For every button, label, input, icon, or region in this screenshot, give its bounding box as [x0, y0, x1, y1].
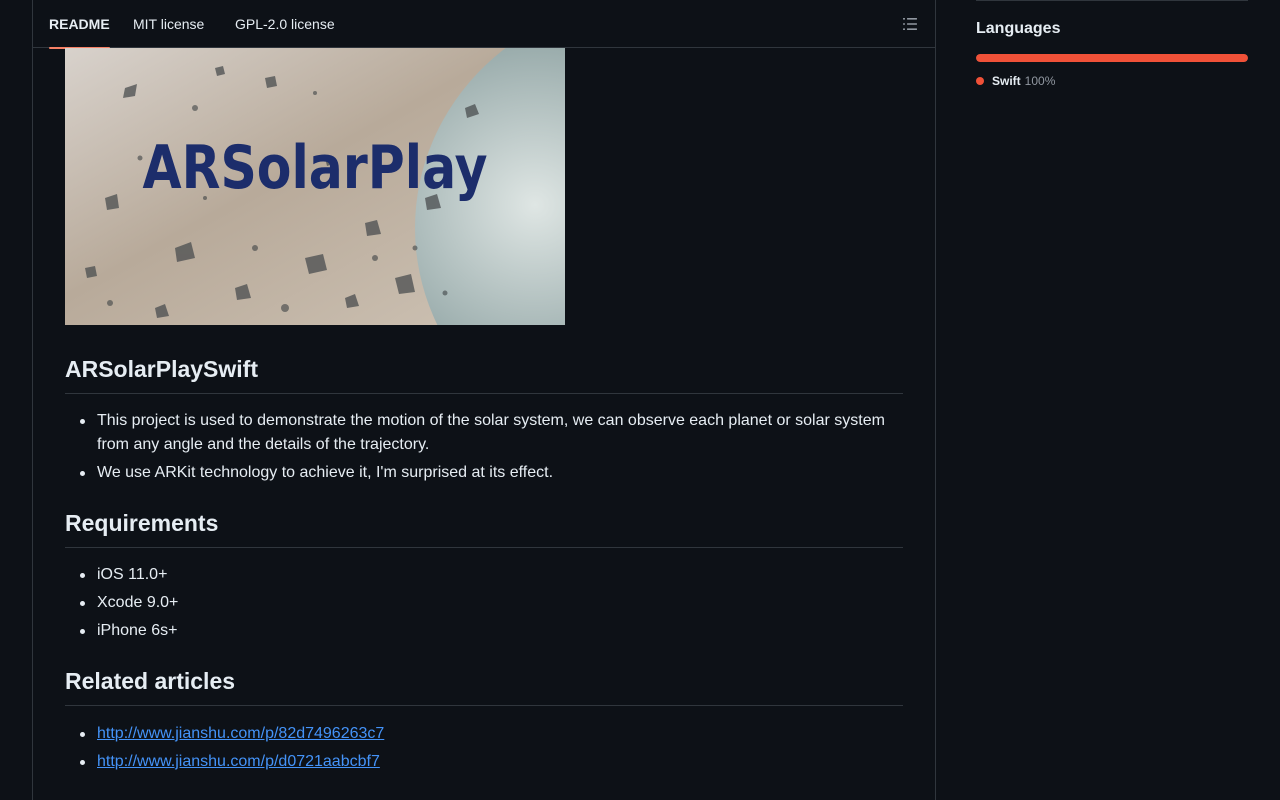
tab-readme-label: README — [49, 16, 110, 32]
languages-heading: Languages — [976, 20, 1061, 37]
requirements-list: iOS 11.0+ Xcode 9.0+ iPhone 6s+ — [65, 563, 903, 647]
list-item: Xcode 9.0+ — [65, 591, 903, 615]
list-item: We use ARKit technology to achieve it, I… — [65, 461, 903, 485]
article-link-1[interactable]: http://www.jianshu.com/p/82d7496263c7 — [97, 725, 384, 742]
sidebar-divider — [976, 0, 1248, 1]
tab-gpl-license-label: GPL-2.0 license — [235, 16, 335, 32]
list-unordered-icon — [903, 18, 917, 30]
section-heading-requirements: Requirements — [65, 510, 903, 548]
hero-image: ARSolarPlay — [65, 48, 565, 325]
list-item: This project is used to demonstrate the … — [65, 409, 903, 457]
readme-panel: README MIT license GPL-2.0 license ARSol… — [32, 0, 936, 800]
readme-tab-bar: README MIT license GPL-2.0 license — [33, 0, 935, 49]
tab-gpl-license[interactable]: GPL-2.0 license — [235, 0, 335, 48]
languages-bar — [976, 54, 1248, 62]
section-heading-arsolarplayswift: ARSolarPlaySwift — [65, 356, 903, 394]
description-list: This project is used to demonstrate the … — [65, 409, 903, 489]
list-item: http://www.jianshu.com/p/82d7496263c7 — [65, 722, 903, 746]
outline-button[interactable] — [899, 14, 921, 34]
language-item-swift[interactable]: Swift 100% — [976, 74, 1055, 88]
language-bar-segment-swift — [976, 54, 1248, 62]
tab-mit-license[interactable]: MIT license — [133, 0, 204, 48]
language-percent: 100% — [1024, 74, 1056, 88]
list-item: http://www.jianshu.com/p/d0721aabcbf7 — [65, 750, 903, 774]
language-color-dot — [976, 77, 984, 85]
article-link-2[interactable]: http://www.jianshu.com/p/d0721aabcbf7 — [97, 753, 380, 770]
tab-readme[interactable]: README — [49, 0, 110, 49]
section-heading-related-articles: Related articles — [65, 668, 903, 706]
list-item: iPhone 6s+ — [65, 619, 903, 643]
tab-mit-license-label: MIT license — [133, 16, 205, 32]
list-item: iOS 11.0+ — [65, 563, 903, 587]
language-name: Swift — [992, 74, 1021, 88]
hero-title-text: ARSolarPlay — [143, 133, 488, 203]
articles-list: http://www.jianshu.com/p/82d7496263c7 ht… — [65, 722, 903, 778]
